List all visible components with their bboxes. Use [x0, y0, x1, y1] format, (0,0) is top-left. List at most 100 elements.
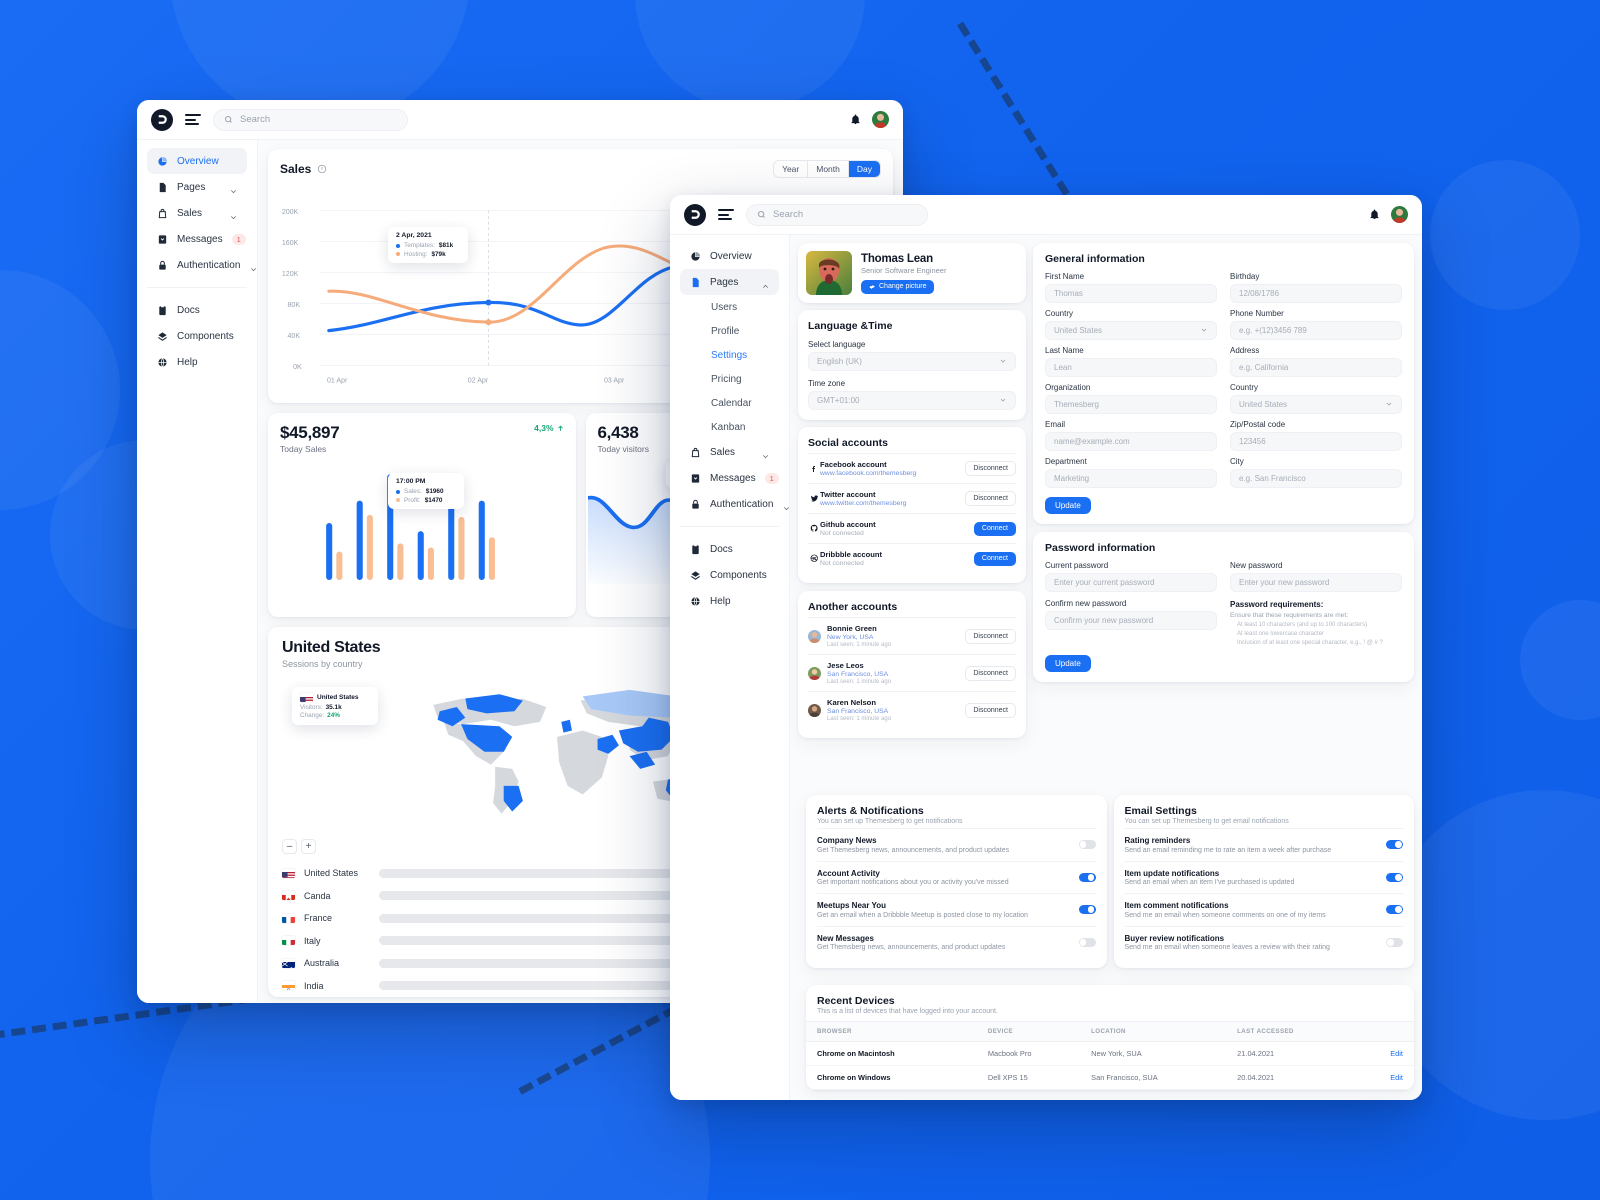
zip-field[interactable]: 123456 [1230, 432, 1402, 451]
table-row[interactable]: Chrome on Windows Dell XPS 15 San Franci… [806, 1065, 1414, 1090]
sidebar-item-components[interactable]: Components [680, 562, 779, 588]
range-option-month[interactable]: Month [808, 161, 849, 177]
update-general-button[interactable]: Update [1045, 497, 1091, 514]
sidebar-item-docs[interactable]: Docs [147, 297, 247, 323]
sidebar-subitem-kanban[interactable]: Kanban [680, 415, 779, 439]
field-label: Department [1045, 457, 1087, 466]
account-url[interactable]: www.facebook.com/themesberg [820, 470, 965, 477]
twitter-icon [808, 494, 820, 503]
timezone-select[interactable]: GMT+01:00 [808, 391, 1016, 410]
zoom-out-button[interactable]: – [282, 839, 297, 854]
sidebar-subitem-pricing[interactable]: Pricing [680, 367, 779, 391]
sidebar-item-authentication[interactable]: Authentication [680, 491, 790, 517]
range-option-day[interactable]: Day [848, 161, 880, 177]
map-tooltip: United States Visitors: 35.1k Change: 24… [292, 687, 378, 725]
column-header-last-accessed: LAST ACCESSED [1231, 1021, 1359, 1042]
field-label: Phone Number [1230, 309, 1284, 318]
info-icon[interactable] [317, 164, 327, 174]
item-update-toggle[interactable] [1386, 872, 1403, 882]
zoom-in-button[interactable]: + [301, 839, 316, 854]
sidebar-subitem-profile[interactable]: Profile [680, 319, 779, 343]
search-input[interactable]: Search [213, 108, 408, 131]
email-field[interactable]: name@example.com [1045, 432, 1217, 451]
disconnect-button[interactable]: Disconnect [965, 702, 1016, 718]
field-value: e.g. +(12)3456 789 [1239, 326, 1307, 335]
sidebar-item-overview[interactable]: Overview [147, 148, 247, 174]
update-password-button[interactable]: Update [1045, 655, 1091, 672]
country-name: Australia [304, 958, 340, 969]
sidebar-item-messages[interactable]: Messages 1 [680, 465, 779, 491]
menu-toggle-icon[interactable] [718, 209, 734, 220]
app-logo-icon[interactable] [151, 108, 173, 131]
organization-field[interactable]: Themesberg [1045, 395, 1217, 414]
profile-avatar[interactable] [806, 251, 852, 295]
country-select[interactable]: United States [1045, 321, 1217, 340]
language-select[interactable]: English (UK) [808, 352, 1016, 371]
search-input[interactable]: Search [746, 203, 928, 226]
rating-reminders-toggle[interactable] [1386, 840, 1403, 850]
buyer-review-toggle[interactable] [1386, 937, 1403, 947]
sidebar-item-help[interactable]: Help [147, 349, 247, 375]
sidebar-item-pages[interactable]: Pages [147, 174, 247, 200]
city-field[interactable]: e.g. San Francisco [1230, 469, 1402, 488]
table-row[interactable]: Chrome on Macintosh Macbook Pro New York… [806, 1041, 1414, 1066]
section-title: Recent Devices [817, 995, 895, 1007]
notification-desc: Get Themsberg news, announcements, and p… [817, 944, 1006, 951]
sidebar-subitem-calendar[interactable]: Calendar [680, 391, 779, 415]
connect-button[interactable]: Connect [973, 521, 1016, 536]
new-messages-toggle[interactable] [1078, 937, 1096, 947]
current-password-field[interactable]: Enter your current password [1045, 573, 1217, 592]
bell-icon[interactable] [850, 114, 861, 125]
account-activity-toggle[interactable] [1078, 872, 1096, 882]
sidebar-subitem-settings[interactable]: Settings [680, 343, 779, 367]
notification-row: New Messages Get Themsberg news, announc… [817, 925, 1096, 959]
sidebar-item-messages[interactable]: Messages 1 [147, 226, 247, 252]
confirm-password-field[interactable]: Confirm your new password [1045, 611, 1217, 630]
birthday-field[interactable]: 12/08/1786 [1230, 284, 1402, 303]
connect-button[interactable]: Connect [973, 551, 1016, 566]
change-picture-button[interactable]: Change picture [861, 279, 935, 294]
person-last-seen: Last seen: 1 minute ago [827, 679, 892, 685]
sidebar-item-label: Help [710, 595, 731, 607]
country-name: India [304, 980, 324, 991]
disconnect-button[interactable]: Disconnect [965, 491, 1016, 506]
company-news-toggle[interactable] [1078, 840, 1096, 850]
address-field[interactable]: e.g. California [1230, 358, 1402, 377]
sidebar-item-pages[interactable]: Pages [680, 269, 779, 295]
sidebar-item-sales[interactable]: Sales [680, 439, 779, 465]
department-field[interactable]: Marketing [1045, 469, 1217, 488]
menu-toggle-icon[interactable] [185, 114, 201, 125]
user-avatar[interactable] [872, 111, 889, 128]
bell-icon[interactable] [1369, 209, 1380, 220]
phone-field[interactable]: e.g. +(12)3456 789 [1230, 321, 1402, 340]
sidebar-item-overview[interactable]: Overview [680, 243, 779, 269]
disconnect-button[interactable]: Disconnect [965, 461, 1016, 476]
sidebar-item-authentication[interactable]: Authentication [147, 252, 257, 278]
edit-link[interactable]: Edit [1358, 1065, 1414, 1090]
svg-text:120K: 120K [282, 271, 299, 278]
sidebar-subitem-users[interactable]: Users [680, 295, 779, 319]
pie-chart-icon [689, 250, 701, 262]
sidebar-item-components[interactable]: Components [147, 323, 247, 349]
country-select-2[interactable]: United States [1230, 395, 1402, 414]
disconnect-button[interactable]: Disconnect [965, 628, 1016, 644]
notification-desc: Send an email when an item I've purchase… [1124, 879, 1295, 886]
new-password-field[interactable]: Enter your new password [1230, 573, 1402, 592]
sidebar-item-help[interactable]: Help [680, 588, 779, 614]
account-url[interactable]: www.twitter.com/themesberg [820, 500, 965, 507]
sidebar-item-docs[interactable]: Docs [680, 536, 779, 562]
meetups-toggle[interactable] [1078, 905, 1096, 915]
edit-link[interactable]: Edit [1358, 1041, 1414, 1066]
field-label: Birthday [1230, 272, 1260, 281]
flag-us-icon [282, 869, 295, 878]
stat-label: Today visitors [597, 444, 650, 454]
item-comment-toggle[interactable] [1386, 905, 1403, 915]
first-name-field[interactable]: Thomas [1045, 284, 1217, 303]
range-option-year[interactable]: Year [774, 161, 809, 177]
last-name-field[interactable]: Lean [1045, 358, 1217, 377]
range-selector[interactable]: Year Month Day [773, 160, 881, 178]
app-logo-icon[interactable] [684, 203, 706, 226]
user-avatar[interactable] [1391, 206, 1408, 223]
sidebar-item-sales[interactable]: Sales [147, 200, 247, 226]
disconnect-button[interactable]: Disconnect [965, 665, 1016, 681]
